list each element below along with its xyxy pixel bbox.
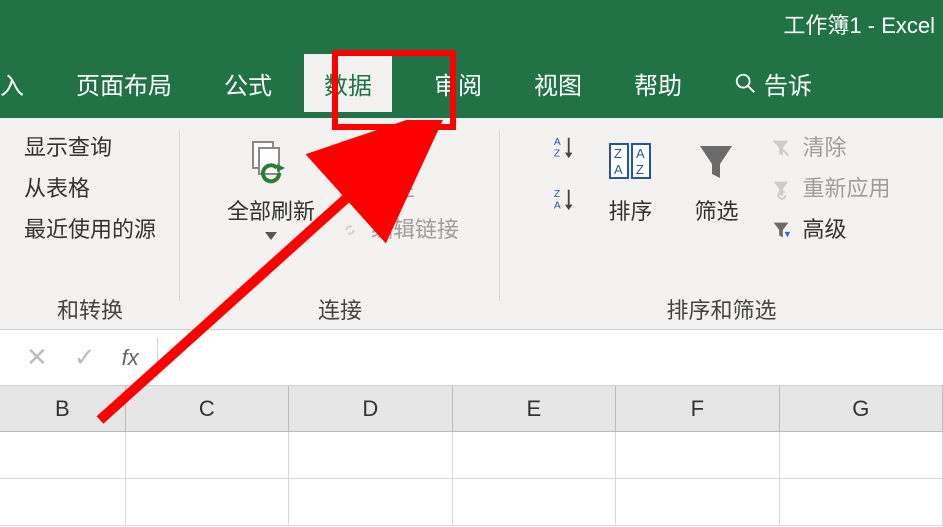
grid-cell[interactable] bbox=[0, 479, 126, 526]
tab-tell-me[interactable]: 告诉 bbox=[714, 54, 832, 112]
get-transform-stack: 显示查询 从表格 最近使用的源 bbox=[24, 130, 156, 248]
tab-help[interactable]: 帮助 bbox=[614, 54, 702, 112]
group-get-transform-label: 和转换 bbox=[57, 293, 123, 325]
recent-sources-button[interactable]: 最近使用的源 bbox=[24, 212, 156, 247]
column-headers: B C D E F G bbox=[0, 386, 943, 432]
formula-input[interactable] bbox=[164, 330, 943, 385]
tab-view[interactable]: 视图 bbox=[514, 54, 602, 112]
properties-label: 属性 bbox=[371, 171, 415, 206]
grid-cell[interactable] bbox=[289, 479, 452, 526]
edit-links-button: 编辑链接 bbox=[337, 212, 459, 247]
col-header-d[interactable]: D bbox=[289, 386, 452, 431]
connections-stack: 连接 属性 编辑链接 bbox=[337, 130, 459, 248]
svg-text:Z: Z bbox=[614, 146, 622, 161]
group-sort-filter-label: 排序和筛选 bbox=[666, 293, 776, 325]
from-table-button[interactable]: 从表格 bbox=[24, 171, 90, 206]
properties-icon bbox=[337, 176, 363, 202]
sort-button[interactable]: Z A A Z 排序 bbox=[596, 130, 664, 230]
edit-links-icon bbox=[337, 217, 363, 243]
funnel-icon bbox=[688, 134, 744, 190]
col-header-b[interactable]: B bbox=[0, 386, 126, 431]
clear-button: 清除 bbox=[768, 130, 846, 165]
col-header-c[interactable]: C bbox=[126, 386, 289, 431]
tab-data[interactable]: 数据 bbox=[304, 54, 392, 112]
tab-page-layout[interactable]: 页面布局 bbox=[56, 54, 192, 112]
tab-formulas[interactable]: 公式 bbox=[204, 54, 292, 112]
workbook-title: 工作簿1 - Excel bbox=[783, 8, 935, 40]
search-icon bbox=[734, 72, 756, 94]
enter-icon[interactable]: ✓ bbox=[74, 342, 96, 373]
tab-insert[interactable]: 入 bbox=[0, 54, 44, 112]
tab-review[interactable]: 审阅 bbox=[414, 54, 502, 112]
sort-icon: Z A A Z bbox=[602, 134, 658, 190]
svg-text:Z: Z bbox=[554, 148, 560, 159]
advanced-label: 高级 bbox=[802, 212, 846, 247]
grid-cell[interactable] bbox=[126, 432, 289, 479]
sort-asc-button[interactable]: A Z bbox=[552, 134, 578, 160]
grid-cell[interactable] bbox=[453, 432, 616, 479]
filter-extra-stack: 清除 重新应用 高级 bbox=[768, 130, 890, 248]
grid-row bbox=[0, 432, 943, 479]
grid-cell[interactable] bbox=[616, 432, 779, 479]
svg-text:Z: Z bbox=[554, 189, 560, 200]
connections-icon bbox=[337, 135, 363, 161]
cancel-icon[interactable]: ✕ bbox=[26, 342, 48, 373]
grid-cell[interactable] bbox=[616, 479, 779, 526]
sort-label: 排序 bbox=[608, 194, 652, 226]
refresh-all-label: 全部刷新 bbox=[227, 194, 315, 226]
grid-row bbox=[0, 479, 943, 526]
title-bar: 工作簿1 - Excel bbox=[0, 0, 943, 48]
svg-text:A: A bbox=[554, 200, 561, 211]
connections-label: 连接 bbox=[371, 130, 415, 165]
refresh-all-button[interactable]: 全部刷新 bbox=[221, 130, 321, 244]
group-connections-label: 连接 bbox=[318, 293, 362, 325]
filter-button[interactable]: 筛选 bbox=[682, 130, 750, 230]
ribbon: 显示查询 从表格 最近使用的源 和转换 bbox=[0, 118, 943, 330]
advanced-button[interactable]: 高级 bbox=[768, 212, 846, 247]
svg-text:A: A bbox=[636, 146, 645, 161]
col-header-f[interactable]: F bbox=[616, 386, 779, 431]
connections-button[interactable]: 连接 bbox=[337, 130, 415, 165]
reapply-button: 重新应用 bbox=[768, 171, 890, 206]
from-table-label: 从表格 bbox=[24, 171, 90, 206]
grid-cell[interactable] bbox=[0, 432, 126, 479]
recent-sources-label: 最近使用的源 bbox=[24, 212, 156, 247]
sort-desc-button[interactable]: Z A bbox=[552, 186, 578, 212]
clear-label: 清除 bbox=[802, 130, 846, 165]
grid-cell[interactable] bbox=[780, 479, 943, 526]
grid-cell[interactable] bbox=[289, 432, 452, 479]
tell-me-label: 告诉 bbox=[764, 66, 812, 101]
advanced-icon bbox=[768, 217, 794, 243]
grid-cell[interactable] bbox=[126, 479, 289, 526]
group-connections: 全部刷新 连接 属性 bbox=[180, 118, 500, 329]
edit-links-label: 编辑链接 bbox=[371, 212, 459, 247]
grid-cell[interactable] bbox=[780, 432, 943, 479]
reapply-icon bbox=[768, 176, 794, 202]
refresh-icon bbox=[243, 134, 299, 190]
sort-small-stack: A Z Z A bbox=[552, 134, 578, 212]
svg-text:Z: Z bbox=[636, 162, 644, 177]
grid-cell[interactable] bbox=[453, 479, 616, 526]
reapply-label: 重新应用 bbox=[802, 171, 890, 206]
clear-icon bbox=[768, 135, 794, 161]
col-header-e[interactable]: E bbox=[453, 386, 616, 431]
svg-text:A: A bbox=[554, 137, 561, 148]
formula-bar-divider bbox=[157, 338, 158, 378]
dropdown-caret-icon bbox=[265, 232, 277, 240]
show-queries-button[interactable]: 显示查询 bbox=[24, 130, 112, 165]
group-sort-filter: A Z Z A bbox=[500, 118, 943, 329]
fx-icon[interactable]: fx bbox=[122, 345, 139, 371]
ribbon-tab-bar: 入 页面布局 公式 数据 审阅 视图 帮助 告诉 bbox=[0, 48, 943, 118]
show-queries-label: 显示查询 bbox=[24, 130, 112, 165]
filter-label: 筛选 bbox=[694, 194, 738, 226]
svg-text:A: A bbox=[614, 162, 623, 177]
group-get-transform: 显示查询 从表格 最近使用的源 和转换 bbox=[0, 118, 180, 329]
formula-bar: ✕ ✓ fx bbox=[0, 330, 943, 386]
properties-button: 属性 bbox=[337, 171, 415, 206]
spreadsheet-grid bbox=[0, 432, 943, 526]
col-header-g[interactable]: G bbox=[780, 386, 943, 431]
